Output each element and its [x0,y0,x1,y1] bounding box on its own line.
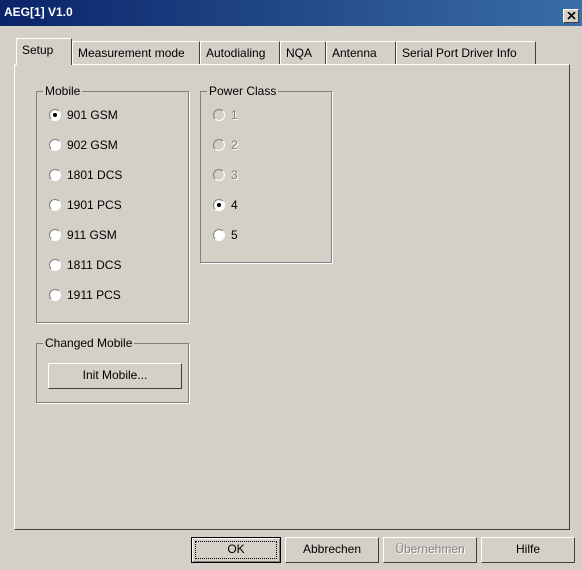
radio-label: 4 [231,198,238,212]
setup-tab-panel: Mobile 901 GSM 902 GSM 1801 DCS 1901 PCS 911… [14,64,570,530]
tab-measurement-mode[interactable]: Measurement mode [72,41,200,64]
cancel-button[interactable]: Abbrechen [285,537,379,563]
radio-button-icon [49,109,61,121]
radio-label: 3 [231,168,238,182]
radio-label: 1 [231,108,238,122]
mobile-group: Mobile 901 GSM 902 GSM 1801 DCS 1901 PCS 911… [36,84,189,323]
power-class-group: Power Class 1 2 3 4 5 [200,84,332,263]
radio-button-icon [213,109,225,121]
focus-rectangle [195,541,277,559]
title-bar[interactable]: AEG[1] V1.0 [0,0,582,26]
tab-serial-port-driver-info[interactable]: Serial Port Driver Info [396,41,536,64]
ok-button[interactable]: OK [191,537,281,563]
radio-selected-dot-icon [217,203,221,207]
radio-label: 5 [231,228,238,242]
radio-button-icon [49,139,61,151]
mobile-group-label: Mobile [43,84,83,98]
apply-button: Übernehmen [383,537,477,563]
radio-label: 1911 PCS [67,288,121,302]
radio-label: 1901 PCS [67,198,122,212]
radio-label: 911 GSM [67,228,117,242]
apply-button-label: Übernehmen [395,542,465,556]
close-button[interactable] [563,9,579,23]
radio-label: 1811 DCS [67,258,122,272]
dialog-window: AEG[1] V1.0 Setup Measurement mode Autod… [0,0,582,570]
radio-label: 2 [231,138,238,152]
power-class-group-label: Power Class [207,84,279,98]
radio-label: 901 GSM [67,108,118,122]
radio-button-icon [49,289,61,301]
radio-selected-dot-icon [53,113,57,117]
tab-nqa[interactable]: NQA [280,41,326,64]
changed-mobile-group-label: Changed Mobile [43,336,135,350]
tab-setup[interactable]: Setup [16,38,72,65]
radio-button-icon [213,169,225,181]
close-icon [567,12,576,20]
tab-antenna[interactable]: Antenna [326,41,396,64]
tab-autodialing[interactable]: Autodialing [200,41,280,64]
radio-button-icon [49,169,61,181]
changed-mobile-group: Changed Mobile Init Mobile... [36,336,189,403]
init-mobile-button[interactable]: Init Mobile... [48,363,182,389]
help-button[interactable]: Hilfe [481,537,575,563]
radio-button-icon [213,229,225,241]
radio-button-icon [213,139,225,151]
radio-label: 1801 DCS [67,168,123,182]
window-title: AEG[1] V1.0 [4,5,73,19]
radio-label: 902 GSM [67,138,118,152]
radio-button-icon [49,229,61,241]
radio-button-icon [213,199,225,211]
radio-button-icon [49,259,61,271]
radio-button-icon [49,199,61,211]
